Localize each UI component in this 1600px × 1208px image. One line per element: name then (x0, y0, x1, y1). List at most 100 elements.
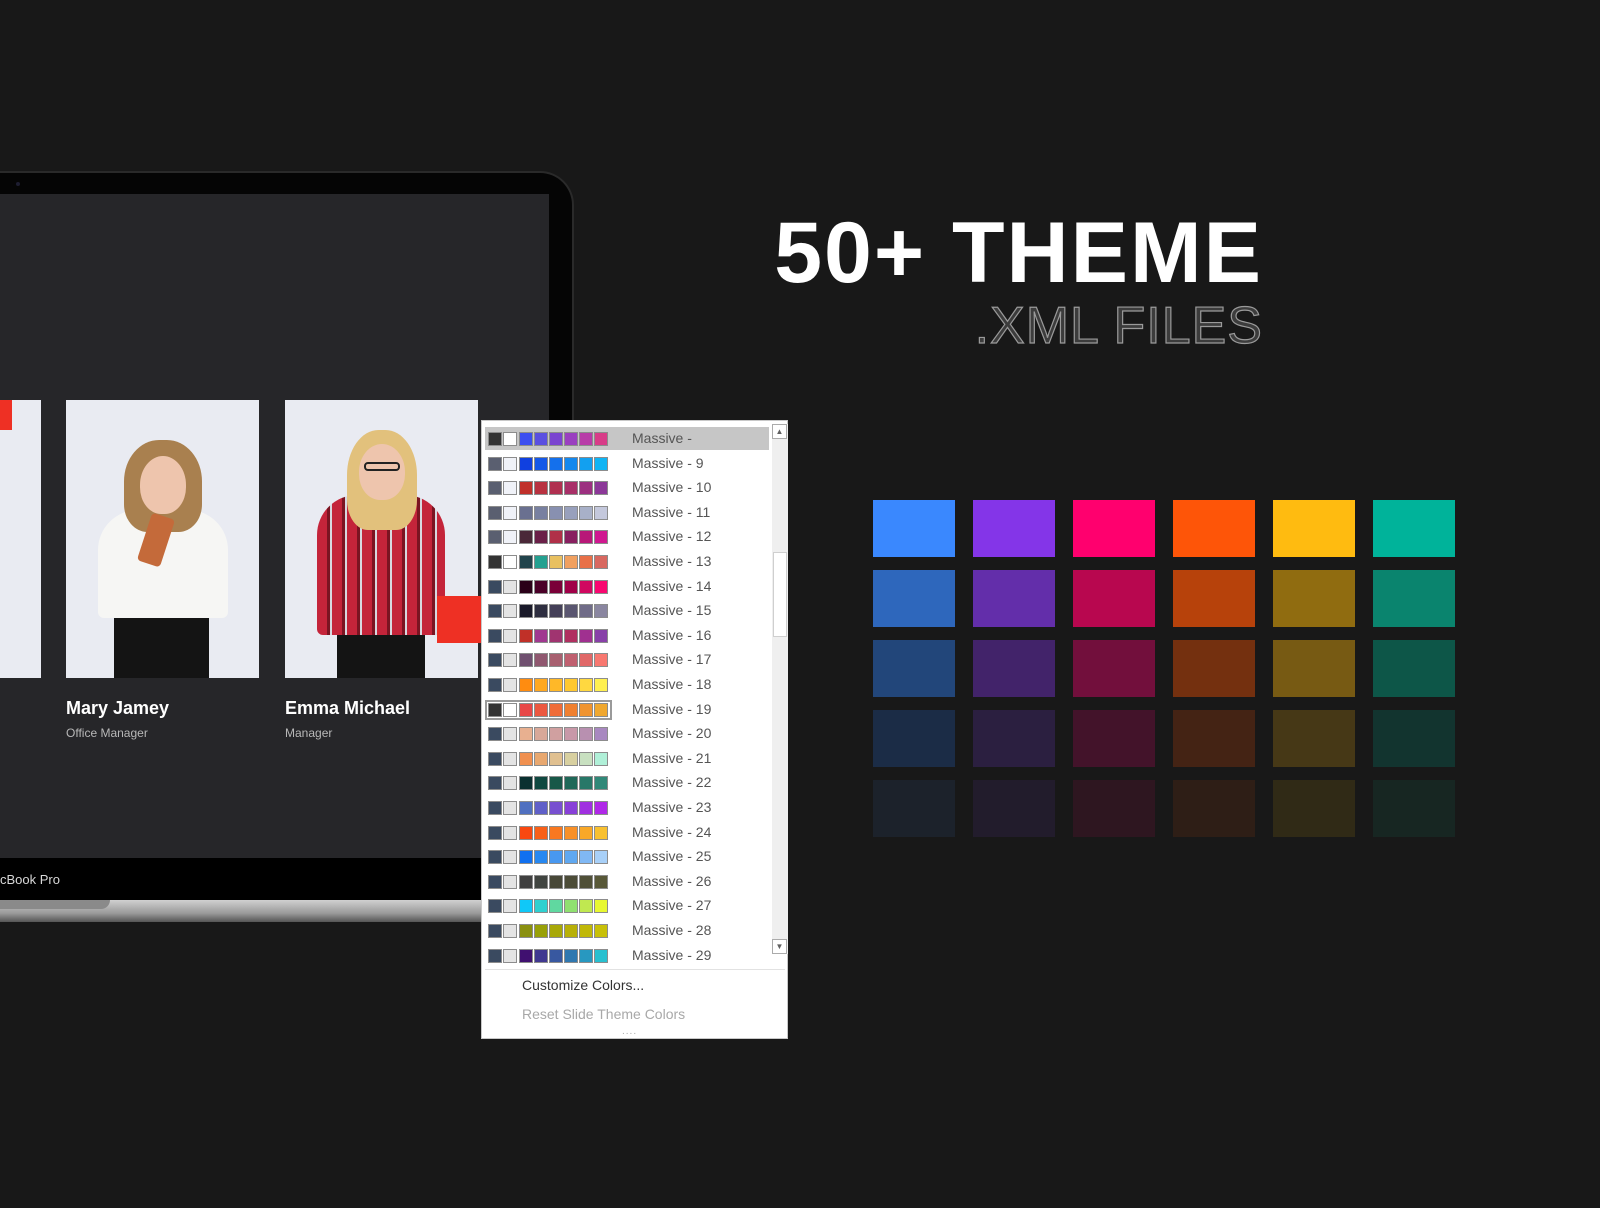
theme-option[interactable]: Massive - 19 (485, 698, 769, 721)
theme-option-label: Massive - 15 (632, 602, 712, 619)
color-swatch (488, 505, 502, 520)
color-swatch (488, 481, 502, 496)
theme-option-label: Massive - 27 (632, 897, 712, 914)
color-swatch (519, 776, 533, 791)
scrollbar-thumb[interactable] (773, 552, 787, 637)
palette-color-swatch (1373, 780, 1455, 837)
color-swatch (519, 825, 533, 840)
palette-color-swatch (1373, 570, 1455, 627)
theme-option-label: Massive - 18 (632, 676, 712, 692)
theme-swatch-strip (488, 776, 609, 791)
color-swatch (519, 727, 533, 742)
palette-color-swatch (1073, 710, 1155, 767)
color-swatch (549, 702, 563, 717)
theme-option[interactable]: Massive - 21 (485, 747, 769, 770)
theme-option[interactable]: Massive - (485, 427, 769, 450)
theme-option[interactable]: Massive - 22 (485, 771, 769, 794)
palette-color-swatch (1073, 500, 1155, 557)
theme-option[interactable]: Massive - 14 (485, 575, 769, 598)
theme-swatch-strip (488, 505, 609, 520)
palette-color-swatch (973, 500, 1055, 557)
theme-option[interactable]: Massive - 13 (485, 550, 769, 573)
color-swatch (519, 604, 533, 619)
color-swatch (519, 678, 533, 692)
color-swatch (564, 432, 578, 446)
palette-color-swatch (873, 500, 955, 557)
color-swatch (503, 653, 517, 668)
reset-theme-colors-item[interactable]: Reset Slide Theme Colors (522, 1006, 685, 1022)
theme-option[interactable]: Massive - 11 (485, 501, 769, 524)
color-swatch (488, 850, 502, 865)
palette-color-swatch (1073, 780, 1155, 837)
theme-option[interactable]: Massive - 23 (485, 796, 769, 819)
theme-option[interactable]: Massive - 16 (485, 624, 769, 647)
color-swatch (579, 776, 593, 791)
color-swatch (488, 628, 502, 643)
theme-option[interactable]: Massive - 29 (485, 944, 769, 967)
color-swatch (534, 678, 548, 692)
color-swatch (549, 505, 563, 520)
color-swatch (594, 776, 608, 791)
scroll-down-icon[interactable]: ▼ (772, 939, 787, 954)
theme-option[interactable]: Massive - 12 (485, 525, 769, 548)
color-swatch (534, 604, 548, 619)
theme-option[interactable]: Massive - 27 (485, 894, 769, 917)
color-swatch (579, 653, 593, 668)
theme-option[interactable]: Massive - 24 (485, 821, 769, 844)
color-swatch (488, 678, 502, 692)
theme-option[interactable]: Massive - 10 (485, 476, 769, 499)
resize-grip[interactable]: .... (622, 1026, 637, 1037)
color-swatch (519, 948, 533, 963)
theme-option[interactable]: Massive - 15 (485, 599, 769, 622)
scrollbar[interactable]: ▲ ▼ (772, 424, 788, 954)
theme-option[interactable]: Massive - 17 (485, 648, 769, 671)
color-swatch (534, 874, 548, 889)
color-swatch (503, 751, 517, 766)
theme-swatch-strip (488, 874, 609, 889)
customize-colors-item[interactable]: Customize Colors... (522, 977, 644, 993)
color-swatch (534, 579, 548, 594)
palette-color-swatch (973, 780, 1055, 837)
theme-option[interactable]: Massive - 28 (485, 919, 769, 942)
color-swatch (549, 678, 563, 692)
theme-swatch-strip (488, 801, 609, 815)
color-swatch (549, 874, 563, 889)
red-accent-square (0, 400, 12, 430)
theme-swatch-strip (488, 628, 609, 643)
theme-option-label: Massive - 28 (632, 922, 712, 938)
theme-option[interactable]: Massive - 26 (485, 870, 769, 893)
theme-option[interactable]: Massive - 25 (485, 845, 769, 868)
scroll-up-icon[interactable]: ▲ (772, 424, 787, 439)
theme-option[interactable]: Massive - 20 (485, 722, 769, 745)
color-swatch (594, 751, 608, 766)
color-swatch (503, 801, 517, 815)
color-swatch (564, 702, 578, 717)
color-swatch (564, 924, 578, 938)
color-swatch (594, 604, 608, 619)
color-swatch (579, 628, 593, 643)
color-swatch (564, 948, 578, 963)
headline-subtitle: .XML FILES (974, 297, 1263, 355)
color-swatch (579, 727, 593, 742)
color-swatch (549, 628, 563, 643)
color-swatch (549, 751, 563, 766)
color-swatch (519, 924, 533, 938)
theme-option[interactable]: Massive - 18 (485, 673, 769, 696)
theme-swatch-strip (488, 653, 609, 668)
team-member-role: Manager (285, 726, 333, 740)
theme-swatch-strip (488, 924, 609, 938)
team-member-role: Office Manager (66, 726, 148, 740)
color-swatch (519, 850, 533, 865)
color-swatch (594, 702, 608, 717)
color-swatch (534, 555, 548, 569)
theme-colors-dropdown[interactable]: Massive - Massive - 9 Massive - 10 Massive … (481, 420, 788, 1039)
color-swatch (503, 850, 517, 865)
theme-option[interactable]: Massive - 9 (485, 452, 769, 475)
color-swatch (488, 825, 502, 840)
color-swatch (564, 825, 578, 840)
palette-color-swatch (1373, 500, 1455, 557)
color-swatch (503, 628, 517, 643)
color-swatch (594, 555, 608, 569)
palette-color-swatch (973, 570, 1055, 627)
theme-option-label: Massive - 16 (632, 626, 712, 643)
